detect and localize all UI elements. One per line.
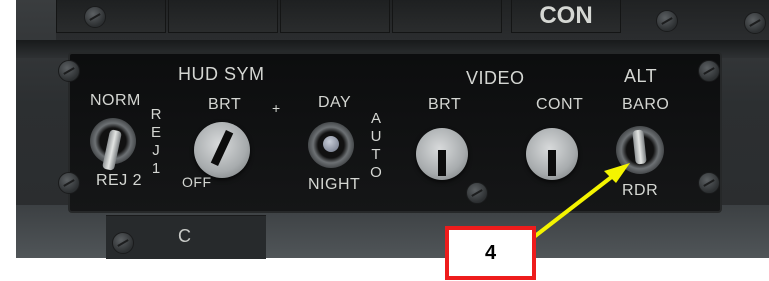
- screw-icon: [698, 60, 720, 82]
- hud-brt-label: BRT: [208, 96, 242, 113]
- rdr-label: RDR: [622, 182, 659, 199]
- con-button[interactable]: CON: [511, 0, 621, 33]
- rej2-label: REJ 2: [96, 172, 143, 189]
- upper-button-2[interactable]: [168, 0, 278, 33]
- night-label: NIGHT: [308, 176, 361, 193]
- auto-label: AUTO: [370, 110, 382, 181]
- video-cont-label: CONT: [536, 96, 584, 113]
- screenshot-stage: CON C HUD SYM VIDEO ALT NORM REJ1 REJ 2 …: [0, 0, 769, 281]
- lower-button-label: C: [178, 226, 191, 246]
- screw-icon: [84, 6, 106, 28]
- hud-brt-plus-label: +: [272, 100, 281, 116]
- screw-icon: [698, 172, 720, 194]
- upper-button-1[interactable]: [56, 0, 166, 33]
- screw-icon: [58, 172, 80, 194]
- knob-pointer-icon: [548, 150, 556, 176]
- norm-label: NORM: [90, 92, 141, 109]
- upper-button-4[interactable]: [392, 0, 502, 33]
- day-label: DAY: [318, 94, 352, 111]
- video-brt-knob[interactable]: [416, 128, 468, 180]
- day-night-toggle-switch[interactable]: [323, 136, 339, 152]
- screw-icon: [112, 232, 134, 254]
- screw-icon: [744, 12, 766, 34]
- hud-brt-knob[interactable]: [194, 122, 250, 178]
- screw-icon: [656, 10, 678, 32]
- callout-box: 4: [445, 226, 536, 280]
- video-cont-knob[interactable]: [526, 128, 578, 180]
- knob-pointer-icon: [438, 150, 446, 176]
- video-brt-label: BRT: [428, 96, 462, 113]
- rej1-label: REJ1: [150, 106, 162, 177]
- alt-title: ALT: [624, 66, 658, 86]
- upper-button-3[interactable]: [280, 0, 390, 33]
- upper-console: CON: [56, 0, 769, 40]
- baro-label: BARO: [622, 96, 670, 113]
- hud-control-panel: HUD SYM VIDEO ALT NORM REJ1 REJ 2 BRT + …: [58, 52, 722, 213]
- hud-off-label: OFF: [182, 174, 212, 190]
- screw-icon: [58, 60, 80, 82]
- con-button-label: CON: [539, 2, 593, 29]
- video-title: VIDEO: [466, 68, 525, 88]
- knob-pointer-icon: [210, 129, 234, 167]
- screw-icon: [466, 182, 488, 204]
- callout-number: 4: [484, 242, 497, 264]
- hud-sym-title: HUD SYM: [178, 64, 265, 84]
